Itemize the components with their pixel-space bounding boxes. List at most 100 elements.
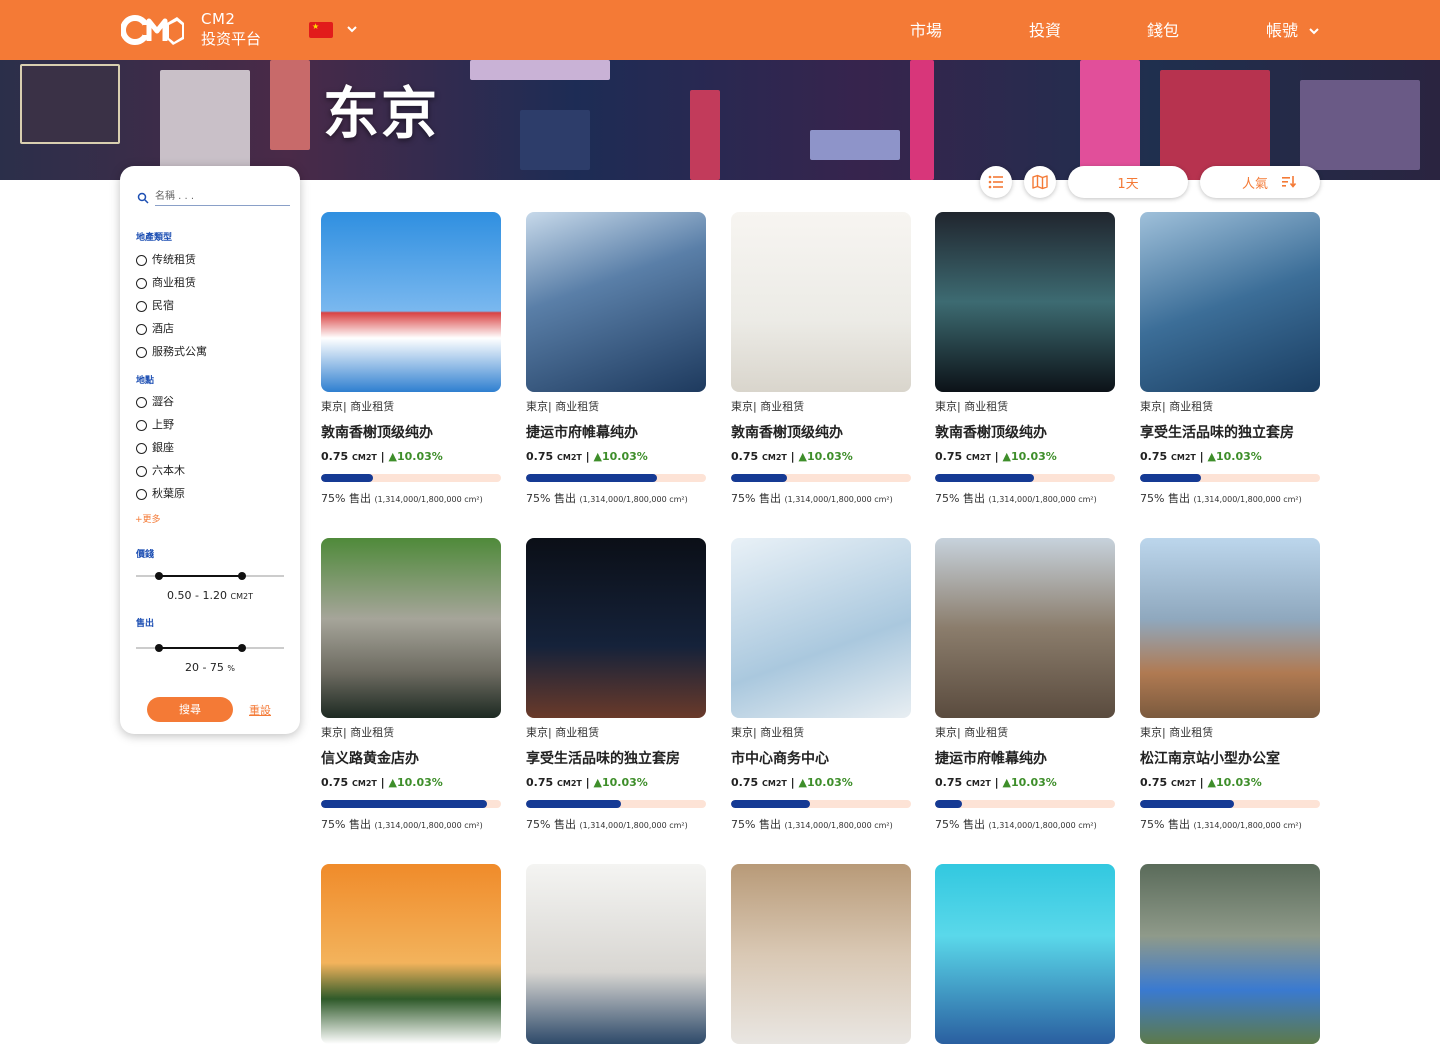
radio-icon[interactable]: [136, 254, 147, 266]
listing-name[interactable]: 捷运市府帷幕纯办: [526, 422, 638, 442]
listing-image[interactable]: [935, 212, 1115, 392]
type-option[interactable]: 传统租赁: [136, 252, 196, 268]
listing-card[interactable]: 東京| 商业租赁 信义路黄金店办 0.75 CM2T | ▲10.03% 75%…: [321, 538, 501, 831]
listing-card[interactable]: |: [321, 864, 501, 1044]
sold-min-handle[interactable]: [155, 644, 163, 652]
listing-name[interactable]: 敦南香榭顶级纯办: [731, 422, 843, 442]
radio-icon[interactable]: [136, 442, 147, 454]
listing-card[interactable]: |: [526, 864, 706, 1044]
cm2-logo-icon[interactable]: [121, 11, 185, 49]
listing-card[interactable]: |: [1140, 864, 1320, 1044]
type-option[interactable]: 民宿: [136, 298, 174, 314]
chevron-down-icon[interactable]: [1307, 24, 1321, 38]
listing-card[interactable]: 東京| 商业租赁 松江南京站小型办公室 0.75 CM2T | ▲10.03% …: [1140, 538, 1320, 831]
listing-image[interactable]: [321, 864, 501, 1044]
radio-icon[interactable]: [136, 323, 147, 335]
listing-name[interactable]: 享受生活品味的独立套房: [526, 748, 680, 768]
listing-name[interactable]: 捷运市府帷幕纯办: [935, 748, 1047, 768]
listing-location: 東京| 商业租赁: [526, 400, 600, 413]
hero-sign: [470, 60, 610, 80]
listing-name[interactable]: 信义路黄金店办: [321, 748, 419, 768]
listing-card[interactable]: 東京| 商业租赁 市中心商务中心 0.75 CM2T | ▲10.03% 75%…: [731, 538, 911, 831]
location-option[interactable]: 上野: [136, 417, 174, 433]
search-button[interactable]: 搜尋: [147, 697, 233, 722]
listing-name[interactable]: 敦南香榭顶级纯办: [935, 422, 1047, 442]
listing-location: 東京| 商业租赁: [935, 726, 1009, 739]
listing-sold-info: 75% 售出 (1,314,000/1,800,000 cm²): [526, 816, 688, 832]
sold-slider[interactable]: [136, 644, 284, 652]
filter-panel: 地產類型 传统租赁 商业租赁 民宿 酒店 服務式公寓 地點 澀谷 上野 銀座 六…: [120, 166, 300, 734]
china-flag-icon[interactable]: ★: [309, 22, 333, 38]
nav-invest[interactable]: 投資: [1029, 20, 1061, 42]
location-option[interactable]: 秋葉原: [136, 486, 185, 502]
location-option[interactable]: 澀谷: [136, 394, 174, 410]
listing-image[interactable]: [526, 864, 706, 1044]
radio-icon[interactable]: [136, 346, 147, 358]
type-option[interactable]: 商业租赁: [136, 275, 196, 291]
period-selector[interactable]: 1天: [1068, 166, 1188, 198]
nav-account[interactable]: 帳號: [1266, 20, 1298, 42]
radio-icon[interactable]: [136, 465, 147, 477]
listing-name[interactable]: 敦南香榭顶级纯办: [321, 422, 433, 442]
nav-market[interactable]: 市場: [910, 20, 942, 42]
listing-image[interactable]: [731, 538, 911, 718]
more-locations-link[interactable]: +更多: [135, 512, 161, 525]
listing-progress-bar: [935, 474, 1115, 482]
listing-image[interactable]: [321, 212, 501, 392]
listing-name[interactable]: 松江南京站小型办公室: [1140, 748, 1280, 768]
listing-sold-percent: 75%: [321, 492, 346, 505]
listing-sold-percent: 75%: [935, 818, 960, 831]
location-option[interactable]: 六本木: [136, 463, 185, 479]
listing-progress-fill: [935, 474, 1034, 482]
listing-image[interactable]: [1140, 864, 1320, 1044]
listing-image[interactable]: [731, 212, 911, 392]
location-option[interactable]: 銀座: [136, 440, 174, 456]
listing-card[interactable]: 東京| 商业租赁 享受生活品味的独立套房 0.75 CM2T | ▲10.03%…: [1140, 212, 1320, 505]
listing-card[interactable]: 東京| 商业租赁 享受生活品味的独立套房 0.75 CM2T | ▲10.03%…: [526, 538, 706, 831]
listing-image[interactable]: [526, 212, 706, 392]
type-option[interactable]: 服務式公寓: [136, 344, 207, 360]
price-slider[interactable]: [136, 572, 284, 580]
listing-image[interactable]: [935, 864, 1115, 1044]
radio-icon[interactable]: [136, 300, 147, 312]
listing-image[interactable]: [1140, 538, 1320, 718]
reset-button[interactable]: 重設: [249, 702, 271, 718]
listing-name[interactable]: 市中心商务中心: [731, 748, 829, 768]
listing-card[interactable]: 東京| 商业租赁 捷运市府帷幕纯办 0.75 CM2T | ▲10.03% 75…: [526, 212, 706, 505]
listing-card[interactable]: 東京| 商业租赁 敦南香榭顶级纯办 0.75 CM2T | ▲10.03% 75…: [731, 212, 911, 505]
listing-image[interactable]: [526, 538, 706, 718]
sold-max-handle[interactable]: [238, 644, 246, 652]
listing-image[interactable]: [935, 538, 1115, 718]
sort-desc-icon: [1282, 176, 1297, 188]
radio-icon[interactable]: [136, 419, 147, 431]
listing-sold-detail: (1,314,000/1,800,000 cm²): [1193, 821, 1302, 830]
radio-icon[interactable]: [136, 488, 147, 500]
type-option-label: 商业租赁: [152, 276, 196, 289]
sort-selector[interactable]: 人氣: [1200, 166, 1320, 198]
listing-card[interactable]: |: [935, 864, 1115, 1044]
listing-card[interactable]: 東京| 商业租赁 捷运市府帷幕纯办 0.75 CM2T | ▲10.03% 75…: [935, 538, 1115, 831]
price-min-handle[interactable]: [155, 572, 163, 580]
radio-icon[interactable]: [136, 396, 147, 408]
listing-image[interactable]: [1140, 212, 1320, 392]
hero-sign: [1300, 80, 1420, 170]
listing-price-change: ▲10.03%: [593, 450, 648, 463]
listing-card[interactable]: 東京| 商业租赁 敦南香榭顶级纯办 0.75 CM2T | ▲10.03% 75…: [321, 212, 501, 505]
listing-image[interactable]: [321, 538, 501, 718]
listing-sold-percent: 75%: [731, 492, 756, 505]
listing-price-unit: CM2T: [1170, 779, 1196, 788]
radio-icon[interactable]: [136, 277, 147, 289]
listing-card[interactable]: 東京| 商业租赁 敦南香榭顶级纯办 0.75 CM2T | ▲10.03% 75…: [935, 212, 1115, 505]
chevron-down-icon[interactable]: [345, 22, 359, 36]
listing-card[interactable]: |: [731, 864, 911, 1044]
map-view-button[interactable]: [1024, 166, 1056, 198]
list-view-button[interactable]: [980, 166, 1012, 198]
listing-image[interactable]: [731, 864, 911, 1044]
listing-name[interactable]: 享受生活品味的独立套房: [1140, 422, 1294, 442]
search-input[interactable]: [155, 188, 290, 206]
price-max-handle[interactable]: [238, 572, 246, 580]
listing-sold-info: 75% 售出 (1,314,000/1,800,000 cm²): [935, 490, 1097, 506]
nav-wallet[interactable]: 錢包: [1147, 20, 1179, 42]
type-option[interactable]: 酒店: [136, 321, 174, 337]
listing-price-unit: CM2T: [761, 453, 787, 462]
